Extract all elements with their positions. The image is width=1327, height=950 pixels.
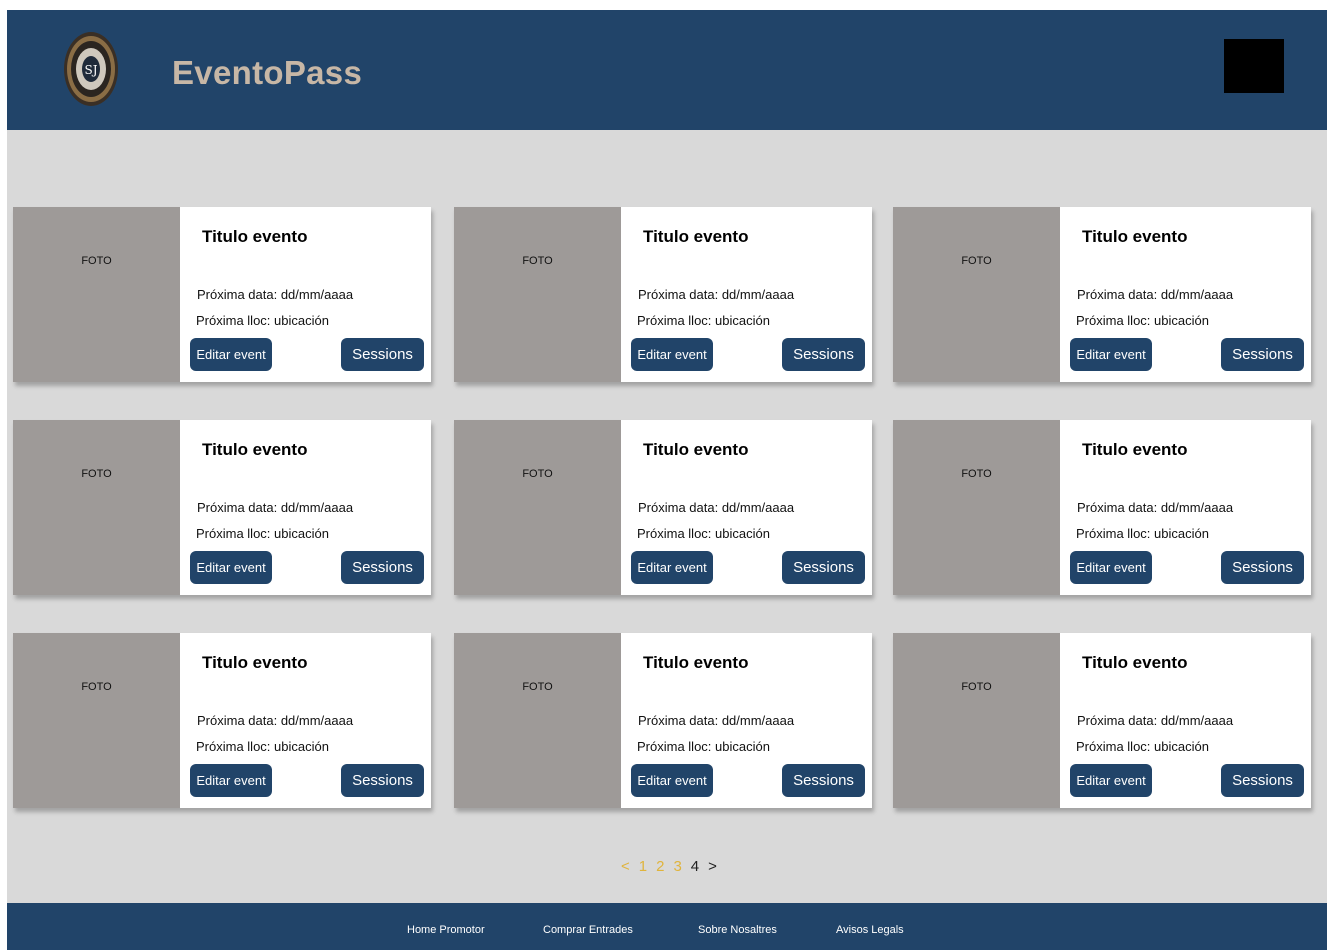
page-frame: SJ EventoPass FOTO Titulo evento Próxima d…: [7, 10, 1327, 950]
event-next-place: Próxima lloc: ubicación: [1076, 739, 1209, 754]
edit-event-button[interactable]: Editar event: [190, 338, 272, 371]
sessions-button[interactable]: Sessions: [1221, 551, 1304, 584]
event-photo-placeholder: FOTO: [13, 633, 180, 808]
pagination: < 1 2 3 4 >: [621, 858, 717, 875]
sessions-button[interactable]: Sessions: [341, 551, 424, 584]
edit-event-button[interactable]: Editar event: [631, 764, 713, 797]
event-next-place: Próxima lloc: ubicación: [196, 313, 329, 328]
event-next-date: Próxima data: dd/mm/aaaa: [197, 713, 354, 728]
event-title: Titulo evento: [1082, 653, 1188, 672]
edit-event-button[interactable]: Editar event: [631, 551, 713, 584]
top-header: SJ EventoPass: [7, 10, 1327, 130]
event-next-date: Próxima data: dd/mm/aaaa: [638, 713, 795, 728]
photo-label: FOTO: [81, 254, 112, 267]
event-title: Titulo evento: [202, 653, 308, 672]
photo-label: FOTO: [522, 254, 553, 267]
event-photo-placeholder: FOTO: [893, 420, 1060, 595]
sessions-button[interactable]: Sessions: [1221, 764, 1304, 797]
photo-label: FOTO: [81, 467, 112, 480]
edit-event-button[interactable]: Editar event: [1070, 338, 1152, 371]
event-card: FOTO Titulo evento Próxima data: dd/mm/aaa…: [893, 633, 1311, 808]
photo-label: FOTO: [522, 467, 553, 480]
event-card: FOTO Titulo evento Próxima data: dd/mm/aaa…: [454, 633, 872, 808]
footer-link-comprar-entrades[interactable]: Comprar Entrades: [543, 924, 633, 936]
footer-link-home-promotor[interactable]: Home Promotor: [407, 924, 485, 936]
user-avatar-box[interactable]: [1224, 39, 1284, 93]
event-title: Titulo evento: [1082, 440, 1188, 459]
event-next-date: Próxima data: dd/mm/aaaa: [197, 500, 354, 515]
event-next-place: Próxima lloc: ubicación: [196, 739, 329, 754]
pagination-next[interactable]: >: [708, 858, 717, 875]
svg-text:SJ: SJ: [84, 63, 97, 77]
edit-event-button[interactable]: Editar event: [1070, 764, 1152, 797]
event-title: Titulo evento: [202, 440, 308, 459]
event-card: FOTO Titulo evento Próxima data: dd/mm/aaa…: [893, 420, 1311, 595]
event-title: Titulo evento: [202, 227, 308, 246]
event-next-date: Próxima data: dd/mm/aaaa: [197, 287, 354, 302]
pagination-page-3[interactable]: 3: [673, 858, 681, 875]
event-photo-placeholder: FOTO: [13, 420, 180, 595]
event-next-date: Próxima data: dd/mm/aaaa: [1077, 713, 1234, 728]
pagination-page-2[interactable]: 2: [656, 858, 664, 875]
event-next-place: Próxima lloc: ubicación: [637, 739, 770, 754]
event-photo-placeholder: FOTO: [454, 633, 621, 808]
event-card: FOTO Titulo evento Próxima data: dd/mm/aaa…: [13, 420, 431, 595]
event-photo-placeholder: FOTO: [454, 420, 621, 595]
footer: Home Promotor Comprar Entrades Sobre Nos…: [7, 903, 1327, 950]
edit-event-button[interactable]: Editar event: [1070, 551, 1152, 584]
event-next-date: Próxima data: dd/mm/aaaa: [1077, 500, 1234, 515]
sessions-button[interactable]: Sessions: [782, 764, 865, 797]
photo-label: FOTO: [961, 680, 992, 693]
edit-event-button[interactable]: Editar event: [190, 764, 272, 797]
event-photo-placeholder: FOTO: [13, 207, 180, 382]
pagination-page-4-current[interactable]: 4: [691, 858, 699, 875]
event-photo-placeholder: FOTO: [454, 207, 621, 382]
photo-label: FOTO: [961, 254, 992, 267]
photo-label: FOTO: [961, 467, 992, 480]
event-photo-placeholder: FOTO: [893, 207, 1060, 382]
event-next-place: Próxima lloc: ubicación: [1076, 526, 1209, 541]
photo-label: FOTO: [81, 680, 112, 693]
event-next-place: Próxima lloc: ubicación: [637, 313, 770, 328]
event-title: Titulo evento: [1082, 227, 1188, 246]
event-next-place: Próxima lloc: ubicación: [1076, 313, 1209, 328]
seal-logo-icon[interactable]: SJ: [63, 31, 119, 107]
event-card: FOTO Titulo evento Próxima data: dd/mm/aaa…: [454, 207, 872, 382]
pagination-page-1[interactable]: 1: [639, 858, 647, 875]
event-next-date: Próxima data: dd/mm/aaaa: [638, 500, 795, 515]
footer-link-sobre-nosaltres[interactable]: Sobre Nosaltres: [698, 924, 777, 936]
sessions-button[interactable]: Sessions: [782, 551, 865, 584]
sessions-button[interactable]: Sessions: [782, 338, 865, 371]
footer-link-avisos-legals[interactable]: Avisos Legals: [836, 924, 904, 936]
sessions-button[interactable]: Sessions: [341, 338, 424, 371]
event-next-place: Próxima lloc: ubicación: [196, 526, 329, 541]
event-title: Titulo evento: [643, 440, 749, 459]
pagination-prev[interactable]: <: [621, 858, 630, 875]
event-title: Titulo evento: [643, 653, 749, 672]
sessions-button[interactable]: Sessions: [341, 764, 424, 797]
photo-label: FOTO: [522, 680, 553, 693]
edit-event-button[interactable]: Editar event: [190, 551, 272, 584]
event-next-date: Próxima data: dd/mm/aaaa: [638, 287, 795, 302]
edit-event-button[interactable]: Editar event: [631, 338, 713, 371]
event-next-date: Próxima data: dd/mm/aaaa: [1077, 287, 1234, 302]
event-card: FOTO Titulo evento Próxima data: dd/mm/aaa…: [454, 420, 872, 595]
sessions-button[interactable]: Sessions: [1221, 338, 1304, 371]
brand-name[interactable]: EventoPass: [172, 54, 362, 92]
event-card: FOTO Titulo evento Próxima data: dd/mm/aaa…: [13, 633, 431, 808]
event-card: FOTO Titulo evento Próxima data: dd/mm/aaa…: [13, 207, 431, 382]
event-photo-placeholder: FOTO: [893, 633, 1060, 808]
event-card: FOTO Titulo evento Próxima data: dd/mm/aaa…: [893, 207, 1311, 382]
event-title: Titulo evento: [643, 227, 749, 246]
event-next-place: Próxima lloc: ubicación: [637, 526, 770, 541]
